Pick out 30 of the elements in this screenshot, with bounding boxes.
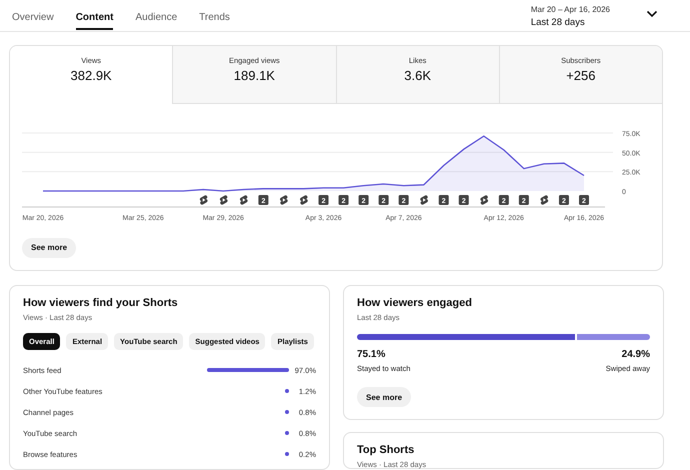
shorts-icon [240, 195, 248, 205]
shorts-icon [480, 195, 488, 205]
nav-tab[interactable]: Trends [199, 12, 230, 30]
shorts-icon [200, 195, 208, 205]
chevron-down-icon[interactable] [646, 10, 658, 18]
shorts-icon [420, 195, 428, 205]
metric-value: 3.6K [403, 68, 432, 83]
stat-value: 75.1% [357, 349, 386, 360]
source-bar [285, 452, 289, 456]
metric-value: 189.1K [232, 68, 276, 83]
nav-tab[interactable]: Audience [135, 12, 178, 30]
shorts-icon [220, 195, 228, 205]
stat-value: 24.9% [620, 349, 650, 360]
nav-tab[interactable]: Content [76, 12, 114, 30]
card-title: How viewers find your Shorts [23, 297, 179, 309]
see-more-button[interactable]: See more [357, 387, 412, 407]
metric-value: 382.9K [70, 68, 113, 83]
date-range: Mar 20 – Apr 16, 2026 [530, 5, 610, 14]
source-bar [285, 410, 289, 414]
card-title: Top Shorts [357, 444, 416, 456]
source-bar [285, 389, 289, 393]
nav-tab[interactable]: Overview [12, 12, 54, 30]
card-title: How viewers engaged [357, 297, 473, 309]
source-bar [285, 431, 289, 435]
date-label: Last 28 days [530, 17, 586, 28]
shorts-icon [300, 195, 308, 205]
metric-value: +256 [565, 68, 597, 83]
see-more-button[interactable]: See more [22, 238, 76, 258]
shorts-icon [280, 195, 288, 205]
shorts-icon [540, 195, 548, 205]
